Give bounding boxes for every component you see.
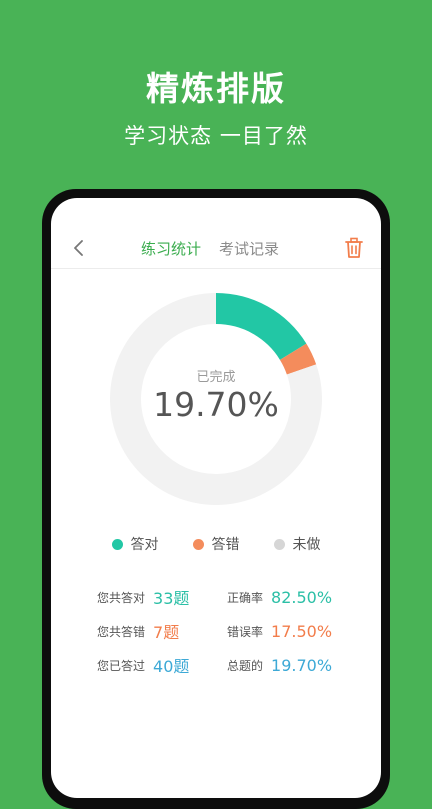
stat-label: 您已答过 bbox=[97, 658, 146, 673]
stat-value: 7题 bbox=[153, 623, 180, 642]
stat-cell-wrong-count: 您共答错 7题 bbox=[97, 619, 227, 643]
stat-value: 33题 bbox=[153, 589, 190, 608]
stat-row-answered: 您已答过 40题 总题的 19.70% bbox=[97, 648, 367, 682]
chevron-left-icon bbox=[74, 240, 83, 256]
tab-exam-records[interactable]: 考试记录 bbox=[219, 238, 279, 259]
tab-practice-stats[interactable]: 练习统计 bbox=[141, 238, 201, 259]
stat-label: 正确率 bbox=[227, 590, 264, 605]
tab-bar: 练习统计 考试记录 bbox=[141, 238, 279, 259]
stat-cell-correct-count: 您共答对 33题 bbox=[97, 585, 227, 609]
stat-row-wrong: 您共答错 7题 错误率 17.50% bbox=[97, 614, 367, 648]
donut-center-label: 已完成 bbox=[196, 370, 236, 385]
stat-label: 您共答对 bbox=[97, 590, 146, 605]
stat-row-correct: 您共答对 33题 正确率 82.50% bbox=[97, 580, 367, 614]
legend-label-wrong: 答错 bbox=[211, 537, 240, 553]
delete-button[interactable] bbox=[341, 235, 367, 261]
legend-label-correct: 答对 bbox=[130, 537, 159, 553]
stat-value: 17.50% bbox=[271, 621, 333, 641]
nav-bar: 练习统计 考试记录 bbox=[51, 228, 381, 269]
donut-slice-0 bbox=[216, 293, 307, 360]
legend-dot-wrong bbox=[192, 538, 204, 550]
stat-cell-answered-count: 您已答过 40题 bbox=[97, 653, 227, 677]
stat-value: 82.50% bbox=[271, 587, 333, 607]
promo-subtitle: 学习状态 一目了然 bbox=[124, 124, 308, 148]
back-button[interactable] bbox=[65, 234, 93, 262]
app-screen: 练习统计 考试记录 已完成 19.70% 答对 答错 未做 您共答对 33题 正… bbox=[51, 198, 381, 798]
stat-cell-wrong-rate: 错误率 17.50% bbox=[227, 622, 367, 641]
legend-dot-correct bbox=[111, 538, 123, 550]
stat-label: 错误率 bbox=[227, 624, 264, 639]
stat-value: 40题 bbox=[153, 657, 190, 676]
promo-title: 精炼排版 bbox=[146, 69, 286, 108]
stat-cell-correct-rate: 正确率 82.50% bbox=[227, 588, 367, 607]
stat-label: 总题的 bbox=[227, 658, 264, 673]
stat-value: 19.70% bbox=[271, 655, 333, 675]
completion-donut-chart: 已完成 19.70% bbox=[110, 293, 322, 505]
trash-icon bbox=[345, 237, 363, 258]
stat-label: 您共答错 bbox=[97, 624, 146, 639]
donut-center-value: 19.70% bbox=[153, 385, 279, 424]
stat-cell-answered-rate: 总题的 19.70% bbox=[227, 656, 367, 675]
legend-item-undone: 未做 bbox=[273, 534, 321, 554]
legend-item-wrong: 答错 bbox=[192, 534, 240, 554]
legend-item-correct: 答对 bbox=[111, 534, 159, 554]
chart-legend: 答对 答错 未做 bbox=[51, 534, 381, 554]
legend-dot-undone bbox=[273, 538, 285, 550]
legend-label-undone: 未做 bbox=[292, 537, 321, 553]
stats-panel: 您共答对 33题 正确率 82.50% 您共答错 7题 错误率 17.50% 您… bbox=[97, 580, 367, 682]
